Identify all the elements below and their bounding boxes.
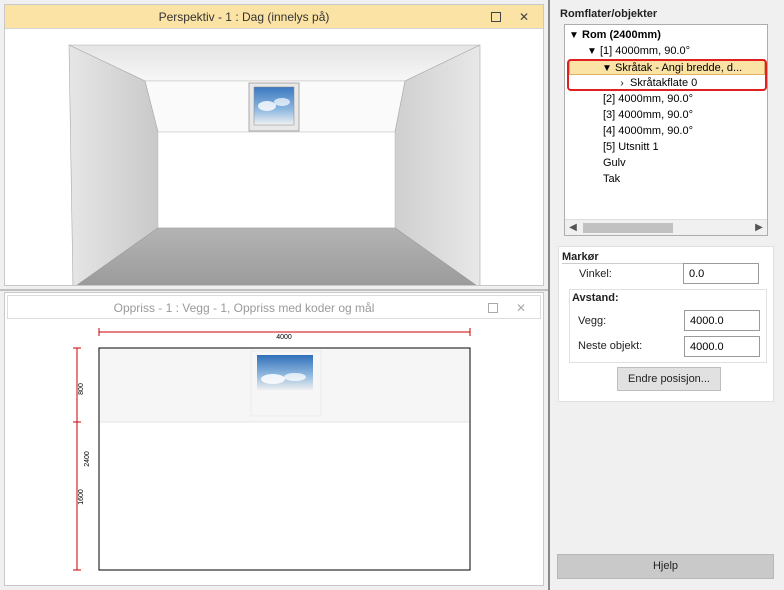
room-3d-drawing — [68, 44, 481, 285]
horizontal-splitter[interactable] — [0, 289, 548, 291]
red-highlight-box — [567, 59, 767, 91]
roof-window-3d — [248, 82, 300, 132]
tree-item-room[interactable]: ▼ Rom (2400mm) — [569, 27, 661, 43]
vegg-input[interactable] — [684, 310, 760, 331]
close-icon[interactable]: ✕ — [517, 10, 531, 24]
tree-horizontal-scrollbar[interactable]: ◀ ▶ — [565, 219, 767, 235]
right-panel: Romflater/objekter ▼ Rom (2400mm) ▼ [1] 40… — [552, 0, 784, 590]
help-button[interactable]: Hjelp — [557, 554, 774, 579]
dim-lower-label: 1600 — [78, 489, 85, 505]
dim-width-label: 4000 — [276, 334, 292, 341]
chevron-down-icon[interactable]: ▼ — [569, 28, 579, 44]
scrollbar-thumb[interactable] — [583, 223, 673, 233]
tree-item-label: Tak — [603, 173, 621, 185]
tree-item-utsnitt[interactable]: [5] Utsnitt 1 — [603, 139, 659, 155]
roof-window-elevation — [257, 355, 313, 390]
tree-item-label: [1] 4000mm, 90.0° — [600, 45, 691, 57]
tree-item-wall-1[interactable]: ▼ [1] 4000mm, 90.0° — [587, 43, 690, 59]
vertical-splitter[interactable] — [548, 0, 550, 590]
tree-item-label: Gulv — [603, 157, 626, 169]
elevation-window[interactable]: Oppriss - 1 : Vegg - 1, Oppriss med kode… — [4, 292, 544, 586]
chevron-down-icon[interactable]: ▼ — [587, 44, 597, 60]
dim-total-label: 2400 — [84, 451, 91, 467]
avstand-header: Avstand: — [572, 292, 619, 304]
tree-item-label: [3] 4000mm, 90.0° — [603, 109, 694, 121]
perspective-window[interactable]: Perspektiv - 1 : Dag (innelys på) ✕ — [4, 4, 544, 286]
room-perspective-view[interactable] — [5, 30, 544, 286]
avstand-group: Avstand: Vegg: Neste objekt: — [569, 289, 767, 363]
wall-rectangle — [98, 347, 471, 571]
tree-item-wall-4[interactable]: [4] 4000mm, 90.0° — [603, 123, 693, 139]
neste-objekt-input[interactable] — [684, 336, 760, 357]
dim-upper-label: 800 — [78, 383, 85, 395]
tree-item-label: [5] Utsnitt 1 — [603, 141, 659, 153]
width-dimension: 4000 — [98, 328, 471, 341]
tree-item-gulv[interactable]: Gulv — [603, 155, 626, 171]
tree-header: Romflater/objekter — [560, 8, 658, 20]
marker-header: Markør — [562, 251, 758, 264]
maximize-icon[interactable] — [489, 10, 503, 24]
perspective-titlebar[interactable]: Perspektiv - 1 : Dag (innelys på) ✕ — [5, 5, 543, 29]
vegg-label: Vegg: — [578, 315, 607, 327]
marker-panel: Markør Vinkel: Avstand: Vegg: Neste obje… — [558, 246, 774, 402]
perspective-title: Perspektiv - 1 : Dag (innelys på) — [158, 10, 330, 24]
object-tree[interactable]: ▼ Rom (2400mm) ▼ [1] 4000mm, 90.0° ▼ Skråta… — [564, 24, 768, 236]
tree-item-label: [2] 4000mm, 90.0° — [603, 93, 694, 105]
scroll-right-icon[interactable]: ▶ — [751, 220, 767, 235]
wall-elevation-view[interactable]: 4000 800 2400 1600 — [5, 293, 544, 586]
scroll-left-icon[interactable]: ◀ — [565, 220, 581, 235]
neste-objekt-label: Neste objekt: — [578, 340, 643, 352]
vinkel-label: Vinkel: — [579, 268, 612, 280]
vinkel-input[interactable] — [683, 263, 759, 284]
endre-posisjon-button[interactable]: Endre posisjon... — [617, 367, 721, 391]
tree-item-label: [4] 4000mm, 90.0° — [603, 125, 694, 137]
tree-item-wall-3[interactable]: [3] 4000mm, 90.0° — [603, 107, 693, 123]
height-dimensions: 800 2400 1600 — [73, 347, 91, 571]
tree-item-tak[interactable]: Tak — [603, 171, 620, 187]
tree-item-wall-2[interactable]: [2] 4000mm, 90.0° — [603, 91, 693, 107]
tree-item-label: Rom (2400mm) — [582, 29, 661, 41]
